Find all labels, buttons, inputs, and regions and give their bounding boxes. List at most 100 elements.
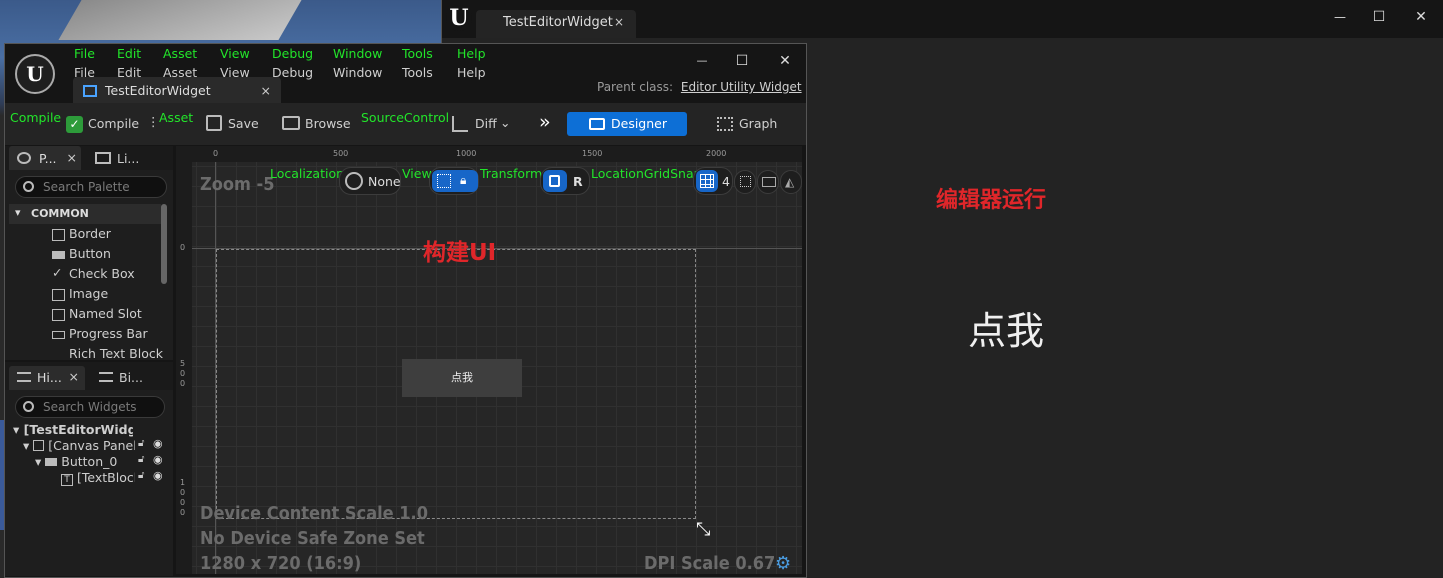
preview-tab[interactable]: TestEditorWidget × bbox=[476, 10, 636, 38]
close-icon[interactable]: × bbox=[614, 15, 624, 29]
tab-hierarchy[interactable]: Hi... × bbox=[9, 366, 85, 390]
globe-icon bbox=[345, 172, 363, 190]
palette-search-input[interactable]: Search Palette bbox=[15, 176, 167, 198]
button-icon bbox=[52, 251, 65, 259]
palette-item-named-slot[interactable]: Named Slot bbox=[52, 306, 142, 326]
view-annotation: View bbox=[402, 166, 432, 181]
palette-search-placeholder: Search Palette bbox=[43, 180, 130, 194]
ruler-tick-label: 500 bbox=[333, 149, 349, 158]
menu-annotation: Asset bbox=[163, 46, 198, 61]
ruler-horizontal: 0 500 1000 1500 2000 bbox=[176, 146, 802, 162]
minimize-button[interactable]: — bbox=[687, 54, 717, 67]
mirror-toggle-button[interactable]: ◭ bbox=[780, 170, 802, 194]
menu-help[interactable]: Help bbox=[457, 65, 486, 80]
palette-item-button[interactable]: Button bbox=[52, 246, 111, 266]
tab-palette[interactable]: P... × bbox=[9, 146, 81, 170]
close-icon[interactable]: × bbox=[261, 83, 271, 98]
tree-item-label: Button_0 bbox=[61, 454, 118, 469]
tree-root-label: [TestEditorWidget] bbox=[23, 422, 133, 437]
lock-icon[interactable]: 🔓︎ bbox=[138, 438, 144, 449]
preview-button[interactable]: 点我 bbox=[968, 300, 1044, 355]
tab-hierarchy-label: Hi... bbox=[37, 370, 62, 385]
chevron-down-icon: ▾ bbox=[35, 454, 42, 469]
border-icon bbox=[52, 229, 65, 241]
palette-item-label: Rich Text Block bbox=[69, 346, 163, 360]
ruler-tick-label: 0 bbox=[213, 149, 219, 158]
ruler-vertical: 0 500 1000 bbox=[176, 146, 192, 574]
parent-class: Parent class: Editor Utility Widget bbox=[597, 80, 802, 94]
menu-tools[interactable]: Tools bbox=[402, 65, 433, 80]
widget-blueprint-icon bbox=[83, 85, 97, 97]
canvas-button-widget[interactable]: 点我 bbox=[402, 359, 522, 397]
save-button[interactable]: Save bbox=[228, 116, 259, 131]
maximize-button[interactable]: ☐ bbox=[727, 53, 757, 69]
transform-pill[interactable]: R bbox=[540, 167, 590, 195]
eye-icon[interactable]: ◉ bbox=[153, 453, 163, 466]
palette-category-common[interactable]: ▾ COMMON bbox=[9, 204, 161, 224]
editor-tab[interactable]: TestEditorWidget × bbox=[73, 77, 281, 103]
palette-item-image[interactable]: Image bbox=[52, 286, 109, 306]
palette-item-border[interactable]: Border bbox=[52, 226, 111, 246]
compile-button[interactable]: Compile bbox=[88, 116, 139, 131]
editor-toolbar: Compile ✓ Compile ⋮ Asset Save Browse So… bbox=[5, 103, 806, 145]
close-button[interactable]: ✕ bbox=[1406, 9, 1436, 25]
palette-item-rich-text[interactable]: Rich Text Block bbox=[69, 346, 163, 360]
designer-label: Designer bbox=[611, 116, 667, 131]
cursor-select-icon bbox=[740, 176, 751, 187]
resize-handle-icon[interactable]: ⤡ bbox=[696, 519, 710, 540]
view-pill[interactable]: 🔒︎ bbox=[429, 167, 479, 195]
palette-scrollbar[interactable] bbox=[161, 204, 167, 284]
maximize-button[interactable]: ☐ bbox=[1364, 9, 1394, 25]
tab-bindings[interactable]: Bi... bbox=[91, 366, 167, 390]
lock-icon[interactable]: 🔓︎ bbox=[138, 454, 144, 465]
menu-annotation: File bbox=[74, 46, 95, 61]
tree-item-textblock[interactable]: T [TextBlock] bbox=[61, 470, 135, 486]
tab-bindings-label: Bi... bbox=[119, 370, 143, 385]
dotted-square-icon bbox=[437, 174, 451, 188]
gridsnap-pill[interactable]: 4 bbox=[693, 167, 733, 195]
hierarchy-search-placeholder: Search Widgets bbox=[43, 400, 137, 414]
named-slot-icon bbox=[52, 309, 65, 321]
eye-icon[interactable]: ◉ bbox=[153, 469, 163, 482]
eye-icon[interactable]: ◉ bbox=[153, 437, 163, 450]
hierarchy-search-input[interactable]: Search Widgets bbox=[15, 396, 165, 418]
palette-item-label: Image bbox=[69, 286, 109, 301]
graph-mode-button[interactable]: Graph bbox=[739, 116, 777, 131]
expand-arrows-icon[interactable]: » bbox=[539, 111, 551, 133]
localization-pill[interactable]: None bbox=[339, 167, 401, 195]
gear-icon[interactable]: ⚙ bbox=[775, 553, 791, 574]
tree-root[interactable]: ▾ [TestEditorWidget] bbox=[13, 422, 133, 438]
lock-icon[interactable]: 🔓︎ bbox=[138, 470, 144, 481]
parent-class-label: Parent class: bbox=[597, 80, 674, 94]
hierarchy-panel: Hi... × Bi... Search Widgets ▾ [TestEdit… bbox=[5, 362, 173, 576]
parent-class-link[interactable]: Editor Utility Widget bbox=[681, 80, 802, 94]
close-icon[interactable]: × bbox=[69, 369, 79, 384]
menu-annotation: View bbox=[220, 46, 250, 61]
resolution-info: 1280 x 720 (16:9) bbox=[200, 553, 362, 574]
chevron-down-icon[interactable]: ⌄ bbox=[500, 115, 510, 130]
dpi-scale: DPI Scale 0.67 bbox=[644, 553, 776, 574]
tree-item-button[interactable]: ▾ Button_0 bbox=[35, 454, 135, 470]
palette-item-progress-bar[interactable]: Progress Bar bbox=[52, 326, 148, 346]
close-icon[interactable]: × bbox=[67, 150, 77, 165]
tab-library[interactable]: Li... bbox=[87, 146, 167, 170]
browse-button[interactable]: Browse bbox=[305, 116, 351, 131]
designer-mode-button[interactable]: Designer bbox=[567, 112, 687, 136]
palette-panel: P... × Li... Search Palette ▾ COMMON Bor… bbox=[5, 146, 173, 360]
background-toggle-button[interactable] bbox=[757, 170, 779, 194]
close-button[interactable]: ✕ bbox=[770, 53, 800, 69]
more-options-icon[interactable]: ⋮ bbox=[147, 114, 160, 129]
tree-item-canvas-panel[interactable]: ▾ [Canvas Panel] bbox=[23, 438, 135, 454]
hierarchy-icon bbox=[17, 372, 31, 382]
select-mode-button[interactable] bbox=[734, 170, 756, 194]
palette-item-checkbox[interactable]: ✓ Check Box bbox=[52, 265, 135, 286]
tree-item-label: [Canvas Panel] bbox=[48, 438, 135, 453]
sourcecontrol-annotation: SourceControl bbox=[361, 110, 450, 125]
gridsnap-value: 4 bbox=[722, 174, 730, 189]
image-icon bbox=[762, 177, 776, 187]
category-label: COMMON bbox=[31, 207, 89, 220]
menu-window[interactable]: Window bbox=[333, 65, 382, 80]
search-icon bbox=[23, 401, 34, 412]
diff-button[interactable]: Diff bbox=[475, 116, 497, 131]
minimize-button[interactable]: — bbox=[1325, 10, 1355, 24]
